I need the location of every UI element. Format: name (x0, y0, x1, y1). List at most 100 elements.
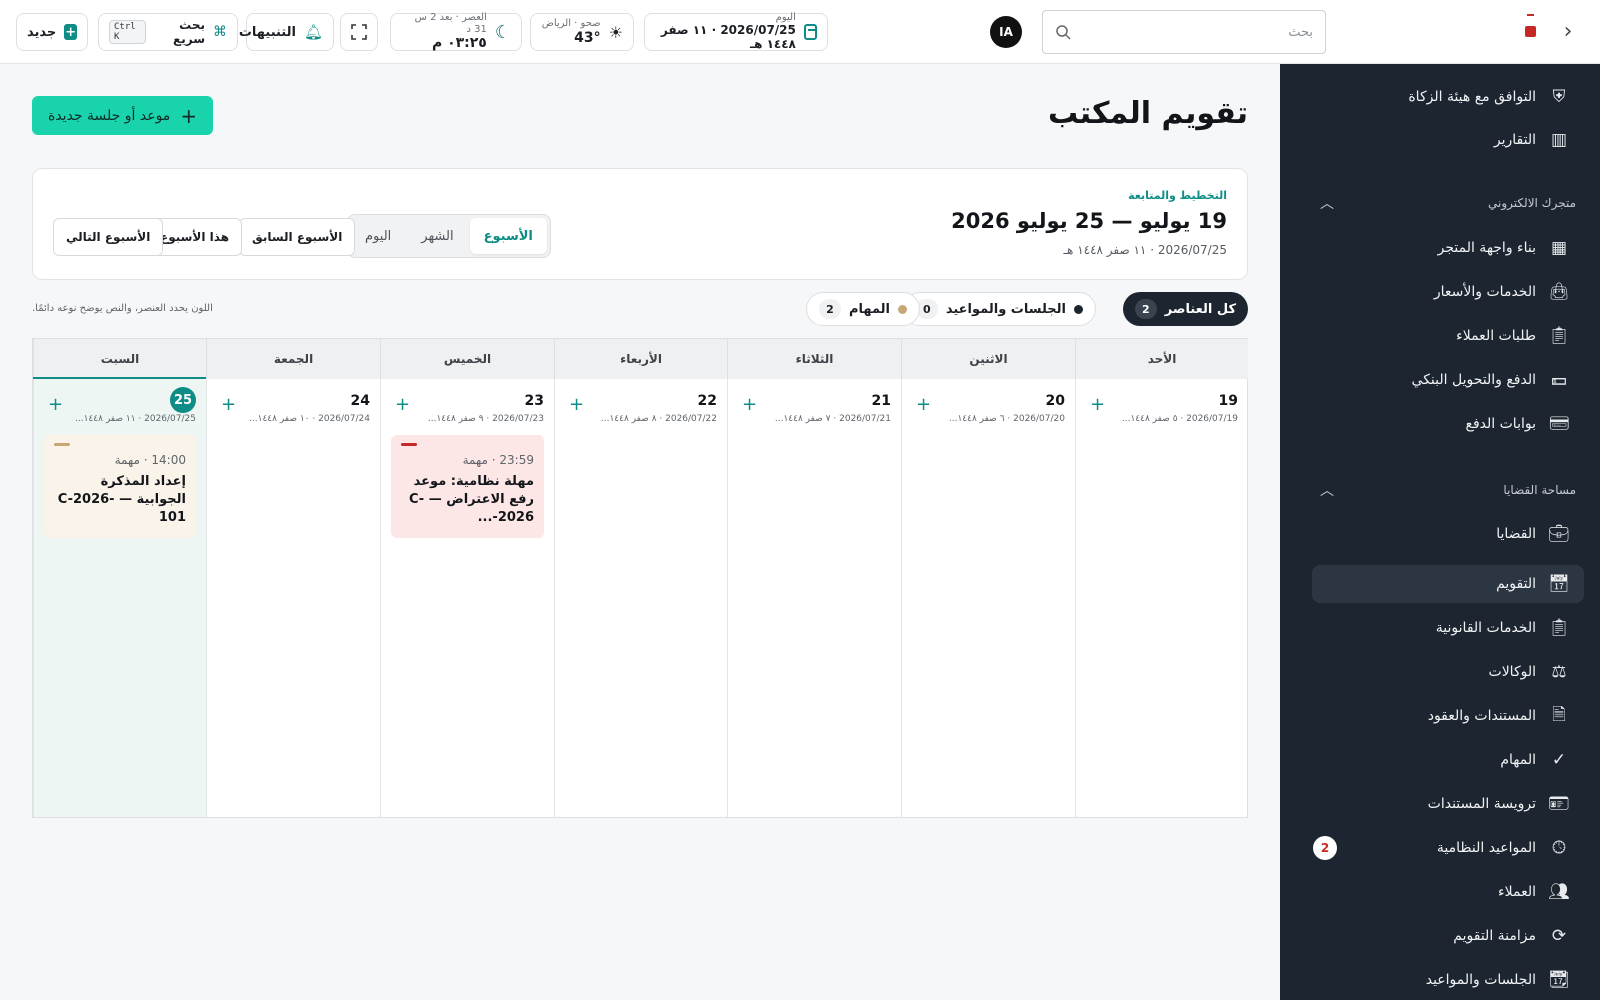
add-event-button[interactable]: + (742, 396, 757, 414)
add-event-button[interactable]: + (1090, 396, 1105, 414)
sidebar-item-document-letterhead[interactable]: 🪪︎ ترويسة المستندات (1312, 785, 1576, 823)
prayer-widget: ☾ العصر · بعد 2 س 31 د ٠٣:٢٥ م (390, 12, 522, 52)
add-event-button[interactable]: + (916, 396, 931, 414)
plus-icon: + (64, 24, 77, 40)
day-date: 2026/07/20 · ٦ صفر ١٤٤٨... (948, 414, 1065, 424)
sidebar-item-tasks[interactable]: ✓ المهام (1312, 741, 1576, 779)
chevron-up-icon: ︿ (1320, 483, 1334, 499)
calendar-event[interactable]: 23:59 · مهمة مهلة نظامية: موعد رفع الاعت… (391, 435, 544, 538)
command-icon: ⌘ (213, 24, 227, 40)
dot-icon (1074, 304, 1083, 314)
chevron-left-icon[interactable]: ‹ (1556, 20, 1580, 44)
day-header: الجمعة (206, 339, 380, 379)
day-date: 2026/07/19 · ٥ صفر ١٤٤٨... (1121, 414, 1238, 424)
calendar-event[interactable]: 14:00 · مهمة إعداد المذكرة الجوابية — C-… (44, 435, 196, 538)
sidebar-section-cases[interactable]: مساحة القضايا ︿ (1312, 480, 1576, 500)
sidebar-item-customer-orders[interactable]: 📋︎ طلبات العملاء (1312, 317, 1576, 355)
search-icon (1056, 25, 1071, 40)
sidebar-item-label: الخدمات والأسعار (1433, 284, 1536, 300)
day-number: 21 (871, 393, 891, 409)
count-badge: 2 (1313, 836, 1337, 860)
sidebar-item-statutory-deadlines[interactable]: 🕓︎ المواعيد النظامية 2 (1312, 829, 1576, 867)
day-number: 23 (524, 393, 544, 409)
weather-value: 43° (574, 29, 601, 46)
calendar-icon (803, 24, 817, 40)
day-date: 2026/07/21 · ٧ صفر ١٤٤٨... (774, 414, 891, 424)
sun-icon: ☀ (608, 22, 623, 42)
sidebar-item-calendar-sync[interactable]: ⟳ مزامنة التقويم (1312, 917, 1576, 955)
users-icon: 👥︎ (1548, 882, 1570, 902)
day-cell[interactable]: 20 2026/07/20 · ٦ صفر ١٤٤٨... + (901, 379, 1075, 817)
day-cell[interactable]: 21 2026/07/21 · ٧ صفر ١٤٤٨... + (727, 379, 901, 817)
sidebar-item-agencies[interactable]: ⚖ الوكالات (1312, 653, 1576, 691)
add-event-button[interactable]: + (395, 396, 410, 414)
add-event-button[interactable]: + (221, 396, 236, 414)
sidebar-item-label: مزامنة التقويم (1453, 928, 1536, 944)
next-week-button[interactable]: الأسبوع التالي (53, 218, 164, 256)
flag-icon (1525, 14, 1536, 37)
new-button[interactable]: + جديد (16, 13, 88, 51)
day-header: الأربعاء (554, 339, 727, 379)
new-appointment-button[interactable]: + موعد أو جلسة جديدة (32, 96, 214, 135)
tab-week[interactable]: الأسبوع (469, 218, 547, 254)
search-box[interactable] (1042, 10, 1326, 54)
prev-week-button[interactable]: الأسبوع السابق (239, 218, 356, 256)
quick-search-label: بحث سريع (173, 18, 205, 46)
alerts-button[interactable]: 🔔︎ التنبيهات (239, 13, 334, 51)
day-date: 2026/07/24 · ١٠ صفر ١٤٤٨... (249, 414, 370, 424)
top-bar: ‹ IA اليوم 2026/07/25 · ١١ صفر ١٤٤٨ هـ ☀… (0, 0, 1600, 64)
sidebar-item-label: التقويم (1496, 576, 1536, 592)
day-date: 2026/07/23 · ٩ صفر ١٤٤٨... (427, 414, 544, 424)
document-icon: 🗎 (1552, 704, 1566, 725)
sidebar-item-documents-contracts[interactable]: 🗎 المستندات والعقود (1312, 697, 1576, 735)
add-event-button[interactable]: + (48, 396, 63, 414)
alerts-label: التنبيهات (238, 24, 296, 40)
clipboard-list-icon: 📋︎ (1548, 618, 1570, 638)
day-cell[interactable]: 22 2026/07/22 · ٨ صفر ١٤٤٨... + (554, 379, 727, 817)
sidebar-item-reports[interactable]: ▥ التقارير (1312, 121, 1576, 159)
new-appointment-label: موعد أو جلسة جديدة (48, 107, 171, 124)
event-color-bar (54, 443, 70, 446)
search-input[interactable] (1071, 24, 1313, 40)
event-color-bar (401, 443, 417, 446)
quick-search-button[interactable]: ⌘ بحث سريع Ctrl K (98, 13, 238, 51)
sidebar-item-zakat-compliance[interactable]: ⛨ التوافق مع هيئة الزكاة (1312, 78, 1576, 116)
id-card-icon: 🪪︎ (1548, 794, 1570, 814)
section-title: متجرك الالكتروني (1488, 196, 1576, 210)
sidebar-item-label: المواعيد النظامية (1436, 840, 1536, 856)
filter-label: الجلسات والمواعيد (945, 301, 1066, 317)
money-icon: 💵︎ (1551, 370, 1567, 390)
sidebar-item-store-builder[interactable]: ▦ بناء واجهة المتجر (1312, 229, 1576, 267)
sidebar-item-calendar[interactable]: 📅︎ التقويم (1312, 565, 1584, 603)
sidebar-item-bank-transfer[interactable]: 💵︎ الدفع والتحويل البنكي (1312, 361, 1576, 399)
sidebar-item-label: المهام (1500, 752, 1536, 768)
tab-month[interactable]: الشهر (407, 218, 467, 254)
day-date: 2026/07/22 · ٨ صفر ١٤٤٨... (600, 414, 717, 424)
bag-icon: 👜︎ (1548, 282, 1570, 302)
current-date: 2026/07/25 · ١١ صفر ١٤٤٨ هـ (1063, 243, 1227, 257)
day-cell[interactable]: 19 2026/07/19 · ٥ صفر ١٤٤٨... + (1075, 379, 1248, 817)
sidebar-item-payment-gateways[interactable]: 💳︎ بوابات الدفع (1312, 405, 1576, 443)
shield-check-icon: ⛨ (1552, 87, 1566, 107)
sidebar-item-cases[interactable]: 💼︎ القضايا (1312, 515, 1576, 553)
avatar[interactable]: IA (990, 16, 1022, 48)
day-cell[interactable]: 23 2026/07/23 · ٩ صفر ١٤٤٨... + 23:59 · … (380, 379, 554, 817)
filter-sessions[interactable]: الجلسات والمواعيد 0 (902, 292, 1096, 326)
clipboard-icon: 📋︎ (1548, 326, 1570, 346)
day-date: 2026/07/25 · ١١ صفر ١٤٤٨... (75, 414, 196, 424)
sidebar-item-sessions-appointments[interactable]: 📆︎ الجلسات والمواعيد (1312, 961, 1576, 999)
sidebar-item-services-prices[interactable]: 👜︎ الخدمات والأسعار (1312, 273, 1576, 311)
fullscreen-button[interactable] (340, 13, 378, 51)
filter-tasks[interactable]: المهام 2 (805, 292, 920, 326)
week-calendar: الأحد الاثنين الثلاثاء الأربعاء الخميس ا… (32, 338, 1248, 818)
sidebar-item-legal-services[interactable]: 📋︎ الخدمات القانونية (1312, 609, 1576, 647)
filter-all[interactable]: كل العناصر 2 (1122, 292, 1248, 326)
sidebar-section-store[interactable]: متجرك الالكتروني ︿ (1312, 193, 1576, 213)
day-cell[interactable]: 24 2026/07/24 · ١٠ صفر ١٤٤٨... + (206, 379, 380, 817)
day-cell-today[interactable]: 25 2026/07/25 · ١١ صفر ١٤٤٨... + 14:00 ·… (33, 379, 206, 817)
chart-icon: ▥ (1550, 130, 1568, 150)
add-event-button[interactable]: + (569, 396, 584, 414)
prayer-value: ٠٣:٢٥ م (431, 35, 487, 52)
sidebar-item-clients[interactable]: 👥︎ العملاء (1312, 873, 1576, 911)
tab-day[interactable]: اليوم (351, 218, 405, 254)
